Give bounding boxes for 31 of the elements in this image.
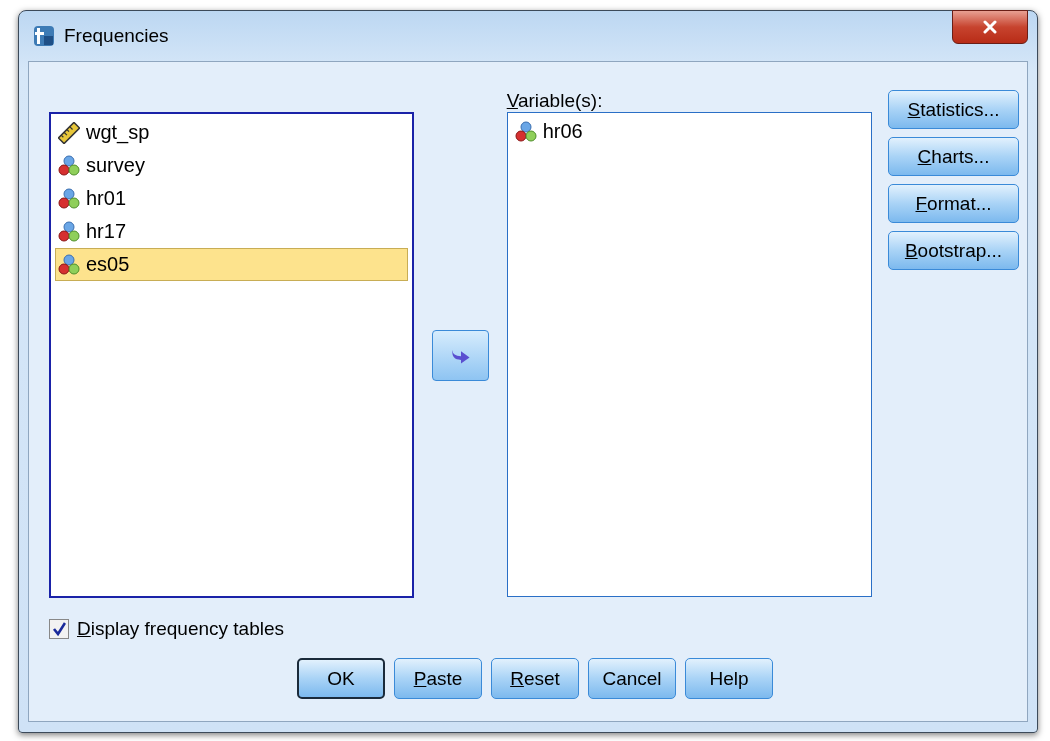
checkbox-label[interactable]: Display frequency tables bbox=[77, 618, 284, 640]
three-circles-icon bbox=[58, 253, 80, 276]
close-button[interactable] bbox=[952, 10, 1028, 44]
checkbox[interactable] bbox=[49, 619, 69, 639]
checkmark-icon bbox=[52, 622, 66, 636]
variable-item[interactable]: hr17 bbox=[55, 215, 409, 248]
dialog-button[interactable]: OK bbox=[297, 658, 385, 699]
variables-label: Variable(s): bbox=[506, 90, 604, 112]
dialog-button[interactable]: Format... bbox=[888, 184, 1019, 223]
move-button[interactable] bbox=[432, 329, 489, 381]
dialog-button[interactable]: Paste bbox=[394, 658, 482, 699]
dialog-button[interactable]: Charts... bbox=[888, 137, 1019, 176]
three-circles-icon bbox=[58, 154, 80, 177]
dialog-button[interactable]: Reset bbox=[491, 658, 579, 699]
selected-variable-list[interactable]: hr06 bbox=[506, 112, 872, 597]
window-title: Frequencies bbox=[64, 25, 169, 47]
dialog-button[interactable]: Statistics... bbox=[888, 90, 1019, 129]
three-circles-icon bbox=[514, 120, 537, 143]
dialog-button[interactable]: Cancel bbox=[588, 658, 676, 699]
dialog-button[interactable]: Help bbox=[685, 658, 773, 699]
close-icon bbox=[982, 20, 998, 34]
variable-item[interactable]: wgt_sp bbox=[55, 116, 409, 149]
variable-item[interactable]: hr01 bbox=[55, 182, 409, 215]
variable-item[interactable]: es05 bbox=[55, 248, 409, 281]
variable-item[interactable]: survey bbox=[55, 149, 409, 182]
three-circles-icon bbox=[58, 187, 80, 210]
variable-item[interactable]: hr06 bbox=[511, 115, 867, 148]
source-variable-list[interactable]: wgt_sp survey hr01 hr17 es05 bbox=[49, 112, 415, 598]
app-icon bbox=[32, 24, 56, 48]
three-circles-icon bbox=[58, 220, 80, 243]
dialog-button[interactable]: Bootstrap... bbox=[888, 231, 1019, 270]
